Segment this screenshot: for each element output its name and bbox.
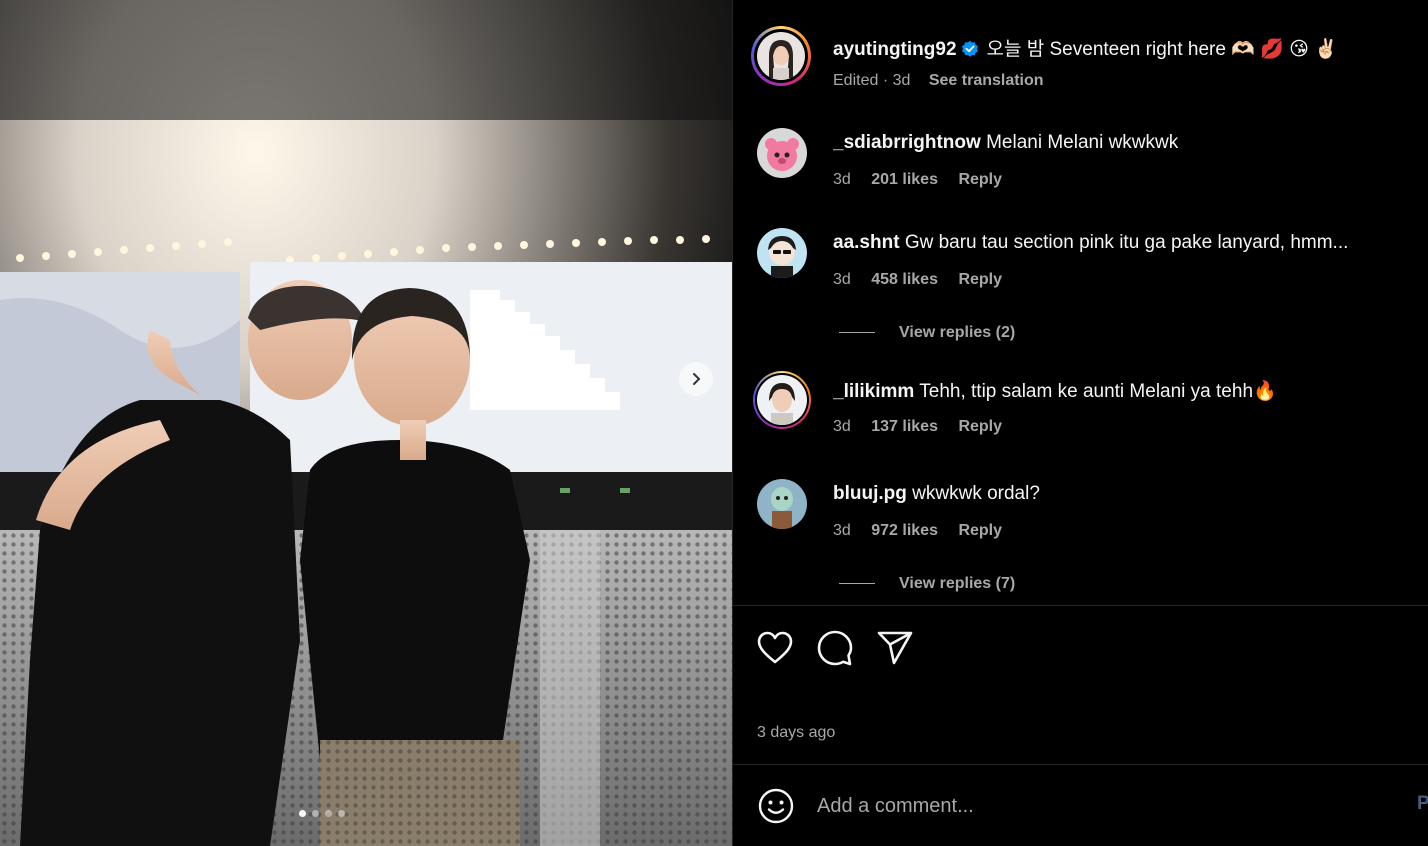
commenter-avatar[interactable] [753, 371, 811, 429]
carousel-dot-active [299, 810, 306, 817]
comment-likes[interactable]: 201 likes [871, 171, 938, 188]
comments-scroll-area[interactable]: ayutingting92 오늘 밤 Seventeen right here … [733, 0, 1428, 605]
caption-line: ayutingting92 오늘 밤 Seventeen right here … [833, 34, 1338, 61]
caption-meta: Edited · 3d See translation [833, 72, 1044, 90]
comment-time: 3d [833, 522, 851, 539]
verified-badge-icon [961, 40, 978, 57]
commenter-avatar[interactable] [757, 228, 807, 278]
reply-button[interactable]: Reply [958, 171, 1002, 188]
replies-divider-line [839, 583, 875, 585]
chevron-right-icon [693, 373, 701, 385]
carousel-indicator [0, 810, 688, 822]
comment-text-line: aa.shnt Gw baru tau section pink itu ga … [833, 232, 1348, 254]
author-avatar[interactable] [751, 26, 811, 86]
comment-text-line: _sdiabrrightnow Melani Melani wkwkwk [833, 132, 1178, 154]
comment-body: Gw baru tau section pink itu ga pake lan… [904, 232, 1349, 253]
post-caption: ayutingting92 오늘 밤 Seventeen right here … [751, 26, 1421, 96]
commenter-username[interactable]: _lilikimm [833, 381, 914, 402]
comment-time: 3d [833, 271, 851, 288]
share-button[interactable] [875, 628, 915, 668]
comment-text-line: bluuj.pg wkwkwk ordal? [833, 483, 1040, 505]
reply-button[interactable]: Reply [958, 271, 1002, 288]
comment-item: _lilikimm Tehh, ttip salam ke aunti Mela… [753, 371, 1417, 436]
comment-input[interactable] [817, 789, 1357, 823]
comment-likes[interactable]: 458 likes [871, 271, 938, 288]
comment-text-line: _lilikimm Tehh, ttip salam ke aunti Mela… [833, 379, 1277, 403]
post-media[interactable] [0, 0, 732, 846]
carousel-dot [312, 810, 319, 817]
carousel-dot [338, 810, 345, 817]
commenter-avatar[interactable] [757, 479, 807, 529]
author-username[interactable]: ayutingting92 [833, 39, 957, 60]
like-button[interactable] [755, 628, 795, 668]
comment-meta: 3d 972 likes Reply [833, 522, 1018, 540]
comment-item: bluuj.pg wkwkwk ordal? 3d 972 likes Repl… [757, 479, 1417, 539]
commenter-username[interactable]: bluuj.pg [833, 483, 907, 504]
comment-body: Melani Melani wkwkwk [986, 132, 1179, 153]
edited-timestamp: Edited · 3d [833, 72, 911, 89]
replies-divider-line [839, 332, 875, 334]
post-comment-button[interactable]: P [1417, 793, 1428, 815]
comment-meta: 3d 458 likes Reply [833, 271, 1018, 289]
comment-body: Tehh, ttip salam ke aunti Melani ya tehh… [919, 381, 1277, 402]
reply-button[interactable]: Reply [958, 522, 1002, 539]
post-photo [0, 0, 732, 846]
comment-composer: P [733, 764, 1428, 846]
comment-time: 3d [833, 418, 851, 435]
comment-body: wkwkwk ordal? [912, 483, 1040, 504]
emoji-picker-button[interactable] [757, 787, 795, 825]
commenter-username[interactable]: aa.shnt [833, 232, 900, 253]
smiley-icon [758, 788, 794, 824]
see-translation-link[interactable]: See translation [929, 72, 1044, 89]
author-avatar-image [757, 32, 805, 80]
view-replies-label: View replies (2) [899, 324, 1016, 341]
comment-meta: 3d 201 likes Reply [833, 171, 1018, 189]
carousel-dot [325, 810, 332, 817]
paper-plane-icon [877, 631, 913, 665]
commenter-username[interactable]: _sdiabrrightnow [833, 132, 981, 153]
carousel-next-button[interactable] [679, 362, 713, 396]
comment-likes[interactable]: 972 likes [871, 522, 938, 539]
view-replies-label: View replies (7) [899, 575, 1016, 592]
post-timestamp: 3 days ago [757, 724, 836, 741]
heart-icon [757, 631, 793, 664]
commenter-avatar[interactable] [757, 128, 807, 178]
post-actions-bar: 3 days ago [733, 605, 1428, 765]
comment-item: _sdiabrrightnow Melani Melani wkwkwk 3d … [757, 128, 1417, 188]
comment-item: aa.shnt Gw baru tau section pink itu ga … [757, 228, 1417, 288]
comment-time: 3d [833, 171, 851, 188]
reply-button[interactable]: Reply [958, 418, 1002, 435]
post-side-panel: ayutingting92 오늘 밤 Seventeen right here … [732, 0, 1428, 846]
comment-meta: 3d 137 likes Reply [833, 418, 1018, 436]
comment-button[interactable] [815, 628, 855, 668]
instagram-post-viewer: ayutingting92 오늘 밤 Seventeen right here … [0, 0, 1428, 846]
view-replies-button[interactable]: View replies (2) [839, 324, 1015, 342]
caption-body: 오늘 밤 Seventeen right here 🫶🏻 💋 😘 ✌🏻 [986, 39, 1338, 60]
view-replies-button[interactable]: View replies (7) [839, 575, 1015, 593]
comment-likes[interactable]: 137 likes [871, 418, 938, 435]
comment-bubble-icon [817, 630, 853, 666]
